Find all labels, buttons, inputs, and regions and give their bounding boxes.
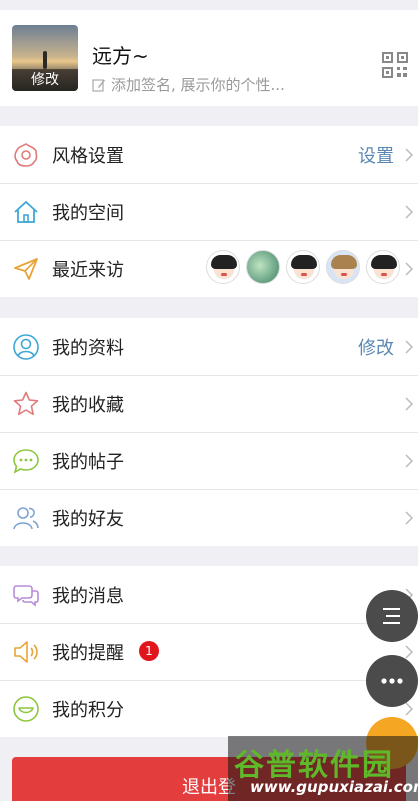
profile-card[interactable]: 修改 远方~ 添加签名, 展示你的个性... xyxy=(0,10,418,106)
menu-item-label: 我的资料 xyxy=(52,337,124,359)
chevron-right-icon xyxy=(405,262,414,276)
chevron-right-icon xyxy=(405,454,414,468)
chevron-right-icon xyxy=(405,397,414,411)
menu-item-label: 我的积分 xyxy=(52,699,124,721)
menu-item-my-messages[interactable]: 我的消息 xyxy=(0,566,418,623)
friends-icon xyxy=(13,507,39,530)
menu-item-style-settings[interactable]: 风格设置 设置 xyxy=(0,126,418,183)
edit-profile-link[interactable]: 修改 xyxy=(358,334,394,360)
menu-item-my-posts[interactable]: 我的帖子 xyxy=(0,432,418,489)
chevron-right-icon xyxy=(405,148,414,162)
menu-item-my-reminders[interactable]: 我的提醒 1 xyxy=(0,623,418,680)
flower-icon xyxy=(14,143,38,167)
menu-group-3: 我的消息 我的提醒 1 我的积分 xyxy=(0,566,418,737)
visitor-avatar[interactable] xyxy=(246,250,280,284)
visitor-avatar[interactable] xyxy=(366,250,400,284)
chevron-right-icon xyxy=(405,205,414,219)
username: 远方~ xyxy=(92,44,149,68)
menu-item-label: 最近来访 xyxy=(52,259,124,281)
visitor-avatar[interactable] xyxy=(326,250,360,284)
watermark-url: www.gupuxiazai.com xyxy=(250,778,418,796)
list-menu-icon xyxy=(383,608,400,624)
settings-link[interactable]: 设置 xyxy=(358,142,394,168)
avatar[interactable]: 修改 xyxy=(12,25,78,91)
menu-item-label: 风格设置 xyxy=(52,145,124,167)
paper-plane-icon xyxy=(14,258,38,280)
edit-icon xyxy=(92,78,105,92)
chevron-right-icon xyxy=(405,511,414,525)
user-icon xyxy=(13,334,39,360)
menu-item-my-points[interactable]: 我的积分 xyxy=(0,680,418,737)
menu-item-label: 我的收藏 xyxy=(52,394,124,416)
avatar-edit-label[interactable]: 修改 xyxy=(12,69,78,91)
menu-item-label: 我的空间 xyxy=(52,202,124,224)
menu-item-label: 我的帖子 xyxy=(52,451,124,473)
more-dots-icon xyxy=(381,678,403,684)
chat-bubble-icon xyxy=(13,449,39,474)
more-fab-button[interactable] xyxy=(366,655,418,707)
menu-group-2: 我的资料 修改 我的收藏 我的帖子 我的好友 xyxy=(0,318,418,546)
menu-item-my-friends[interactable]: 我的好友 xyxy=(0,489,418,546)
notification-badge: 1 xyxy=(139,641,159,661)
signature-placeholder: 添加签名, 展示你的个性... xyxy=(111,76,285,94)
watermark: 谷普软件园 www.gupuxiazai.com xyxy=(228,736,418,801)
menu-item-label: 我的提醒 xyxy=(52,642,124,664)
menu-item-my-space[interactable]: 我的空间 xyxy=(0,183,418,240)
smile-icon xyxy=(13,696,39,722)
visitor-avatars xyxy=(206,250,400,284)
chevron-right-icon xyxy=(405,340,414,354)
menu-group-1: 风格设置 设置 我的空间 最近来访 xyxy=(0,126,418,297)
menu-item-my-profile[interactable]: 我的资料 修改 xyxy=(0,318,418,375)
visitor-avatar[interactable] xyxy=(286,250,320,284)
star-icon xyxy=(13,391,39,416)
visitor-avatar[interactable] xyxy=(206,250,240,284)
menu-item-label: 我的好友 xyxy=(52,508,124,530)
qr-code-icon[interactable] xyxy=(382,52,408,78)
menu-item-my-favorites[interactable]: 我的收藏 xyxy=(0,375,418,432)
menu-fab-button[interactable] xyxy=(366,590,418,642)
messages-icon xyxy=(13,585,39,607)
signature-field[interactable]: 添加签名, 展示你的个性... xyxy=(92,74,285,95)
home-icon xyxy=(14,200,38,223)
avatar-figure xyxy=(43,51,47,69)
speaker-icon xyxy=(14,641,38,663)
menu-item-recent-visitors[interactable]: 最近来访 xyxy=(0,240,418,297)
menu-item-label: 我的消息 xyxy=(52,585,124,607)
